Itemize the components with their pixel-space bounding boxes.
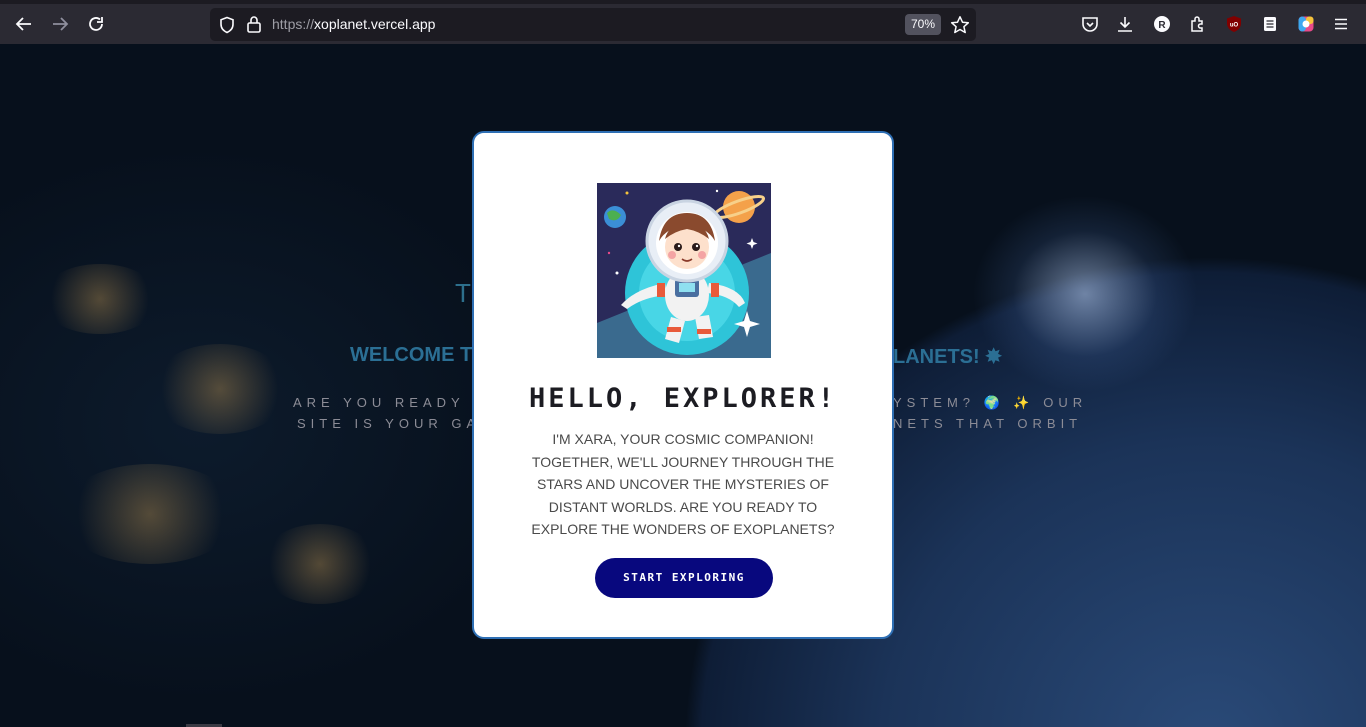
reader-icon bbox=[1264, 17, 1276, 31]
forward-icon bbox=[53, 17, 69, 31]
svg-text:uO: uO bbox=[1230, 23, 1239, 29]
welcome-modal: HELLO, EXPLORER! I'M XARA, YOUR COSMIC C… bbox=[472, 131, 894, 639]
url-host: xoplanet.vercel.app bbox=[314, 16, 436, 32]
reload-icon bbox=[89, 17, 103, 31]
shield-icon[interactable] bbox=[218, 16, 236, 34]
bookmark-star-icon[interactable] bbox=[950, 15, 970, 35]
downloads-button[interactable] bbox=[1110, 11, 1140, 37]
lock-icon[interactable] bbox=[246, 15, 262, 33]
hero-welcome-left: WELCOME T bbox=[350, 344, 473, 366]
url-text[interactable]: https://xoplanet.vercel.app bbox=[272, 16, 435, 32]
pocket-icon bbox=[1082, 17, 1098, 32]
menu-icon bbox=[1335, 18, 1347, 30]
page-viewport: T S WELCOME T LANETS! ✸ ARE YOU READY TO… bbox=[0, 44, 1366, 727]
color-extension-button[interactable] bbox=[1291, 11, 1321, 37]
hero-text-line1-right: YSTEM? 🌍 ✨ OUR bbox=[893, 395, 1088, 410]
extensions-button[interactable] bbox=[1183, 11, 1213, 37]
back-button[interactable] bbox=[9, 11, 39, 37]
app-menu-button[interactable] bbox=[1326, 11, 1356, 37]
modal-heading: HELLO, EXPLORER! bbox=[528, 383, 838, 414]
address-bar[interactable]: https://xoplanet.vercel.app 70% bbox=[210, 8, 976, 41]
modal-body-text: I'M XARA, YOUR COSMIC COMPANION! TOGETHE… bbox=[531, 431, 835, 537]
zoom-level-badge[interactable]: 70% bbox=[905, 14, 942, 35]
svg-text:R: R bbox=[1158, 20, 1166, 31]
account-button[interactable]: R bbox=[1147, 11, 1177, 37]
browser-toolbar: https://xoplanet.vercel.app 70% R uO bbox=[0, 0, 1366, 44]
reader-button[interactable] bbox=[1255, 11, 1285, 37]
astronaut-avatar bbox=[597, 183, 771, 358]
start-exploring-button[interactable]: START EXPLORING bbox=[595, 558, 773, 598]
account-icon: R bbox=[1154, 16, 1170, 32]
forward-button[interactable] bbox=[45, 11, 75, 37]
hero-text-line2-left: SITE IS YOUR GAT bbox=[297, 416, 493, 431]
reload-button[interactable] bbox=[81, 11, 111, 37]
ublock-icon: uO bbox=[1227, 16, 1241, 32]
hero-text-line1-left: ARE YOU READY TO bbox=[293, 395, 501, 410]
pocket-button[interactable] bbox=[1075, 11, 1105, 37]
url-protocol: https:// bbox=[272, 16, 315, 32]
hero-text-line2-right: NETS THAT ORBIT bbox=[893, 416, 1083, 431]
ublock-button[interactable]: uO bbox=[1219, 11, 1249, 37]
back-icon bbox=[15, 17, 31, 31]
download-icon bbox=[1118, 17, 1132, 32]
extensions-icon bbox=[1191, 16, 1203, 32]
color-extension-icon bbox=[1298, 16, 1314, 32]
hero-welcome-right: LANETS! ✸ bbox=[893, 346, 1002, 368]
